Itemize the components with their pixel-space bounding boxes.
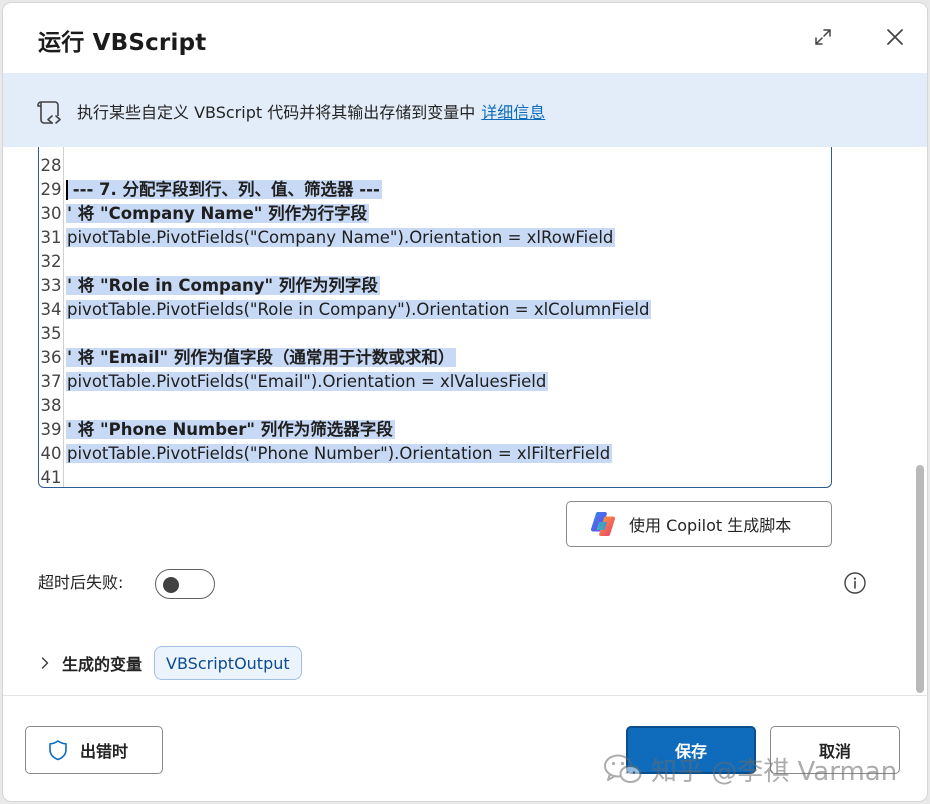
expand-button[interactable] (811, 25, 835, 49)
line-number: 35 (40, 324, 62, 343)
timeout-toggle[interactable] (155, 569, 215, 599)
code-content: ' 将 "Email" 列作为值字段（通常用于计数或求和） (66, 348, 457, 367)
close-button[interactable] (881, 23, 909, 51)
code-text: pivotTable.PivotFields("Phone Number").O… (66, 442, 613, 466)
code-content: ' 将 "Phone Number" 列作为筛选器字段 (66, 420, 395, 439)
copilot-icon (590, 511, 616, 537)
code-line[interactable]: 40 pivotTable.PivotFields("Phone Number")… (39, 442, 831, 466)
scrollbar-thumb[interactable] (916, 465, 924, 693)
code-line[interactable]: 38 (39, 394, 831, 418)
code-text: pivotTable.PivotFields("Company Name").O… (66, 226, 616, 250)
on-error-label: 出错时 (80, 742, 129, 761)
line-number: 30 (40, 204, 62, 223)
banner-text: 执行某些自定义 VBScript 代码并将其输出存储到变量中 详细信息 (77, 99, 545, 123)
line-number: 32 (40, 252, 62, 271)
code-content: --- 7. 分配字段到行、列、值、筛选器 --- (66, 180, 382, 199)
timeout-label: 超时后失败: (38, 573, 124, 592)
cancel-button[interactable]: 取消 (770, 726, 900, 774)
code-line[interactable]: 41 (39, 466, 831, 487)
line-number: 33 (40, 276, 62, 295)
line-number: 31 (40, 228, 62, 247)
info-banner: 执行某些自定义 VBScript 代码并将其输出存储到变量中 详细信息 (3, 73, 927, 147)
code-line[interactable]: 28 (39, 154, 831, 178)
line-number: 28 (40, 156, 62, 175)
code-content: ' 将 "Company Name" 列作为行字段 (66, 204, 370, 223)
line-number: 34 (40, 300, 62, 319)
dialog-title: 运行 VBScript (38, 30, 207, 56)
line-number: 38 (40, 396, 62, 415)
code-line[interactable]: 37 pivotTable.PivotFields("Email").Orient… (39, 370, 831, 394)
on-error-button[interactable]: 出错时 (25, 726, 163, 774)
info-icon[interactable] (843, 571, 867, 595)
code-content: pivotTable.PivotFields("Email").Orientat… (66, 372, 549, 391)
code-content: pivotTable.PivotFields("Company Name").O… (66, 228, 616, 247)
copilot-button-label: 使用 Copilot 生成脚本 (629, 516, 792, 535)
code-line[interactable]: 39 ' 将 "Phone Number" 列作为筛选器字段 (39, 418, 831, 442)
code-text: ' 将 "Email" 列作为值字段（通常用于计数或求和） (66, 346, 457, 370)
expand-icon (815, 29, 831, 45)
code-content: pivotTable.PivotFields("Role in Company"… (66, 300, 652, 319)
code-text: ' 将 "Role in Company" 列作为列字段 (66, 274, 380, 298)
code-line[interactable]: 35 (39, 322, 831, 346)
shield-icon (49, 740, 67, 761)
code-line[interactable]: 34 pivotTable.PivotFields("Role in Compan… (39, 298, 831, 322)
code-text: ' 将 "Phone Number" 列作为筛选器字段 (66, 418, 395, 442)
learn-more-link[interactable]: 详细信息 (481, 103, 545, 122)
footer-divider (3, 695, 927, 696)
line-number: 37 (40, 372, 62, 391)
generated-variables-row: 生成的变量 VBScriptOutput (38, 645, 302, 681)
line-number: 40 (40, 444, 62, 463)
text-caret (66, 180, 68, 200)
code-text: --- 7. 分配字段到行、列、值、筛选器 --- (66, 178, 382, 202)
code-line[interactable]: 36 ' 将 "Email" 列作为值字段（通常用于计数或求和） (39, 346, 831, 370)
line-number: 29 (40, 180, 62, 199)
code-line[interactable]: 30 ' 将 "Company Name" 列作为行字段 (39, 202, 831, 226)
code-text: pivotTable.PivotFields("Email").Orientat… (66, 370, 549, 394)
code-text: pivotTable.PivotFields("Role in Company"… (66, 298, 652, 322)
code-content: ' 将 "Role in Company" 列作为列字段 (66, 276, 380, 295)
line-number: 36 (40, 348, 62, 367)
chevron-right-icon[interactable] (38, 656, 52, 670)
code-line[interactable]: 29 --- 7. 分配字段到行、列、值、筛选器 --- (39, 178, 831, 202)
code-line[interactable]: 33 ' 将 "Role in Company" 列作为列字段 (39, 274, 831, 298)
line-number: 41 (40, 468, 62, 487)
code-content: pivotTable.PivotFields("Phone Number").O… (66, 444, 613, 463)
close-icon (887, 29, 903, 45)
code-editor[interactable]: 28 29 --- 7. 分配字段到行、列、值、筛选器 --- 30 ' 将 "Com… (38, 147, 832, 488)
copilot-generate-button[interactable]: 使用 Copilot 生成脚本 (566, 501, 832, 547)
toggle-knob (163, 576, 179, 593)
code-line[interactable]: 31 pivotTable.PivotFields("Company Name")… (39, 226, 831, 250)
code-line[interactable]: 32 (39, 250, 831, 274)
script-document-icon (37, 101, 61, 124)
dialog-header: 运行 VBScript (3, 3, 927, 73)
save-button[interactable]: 保存 (626, 726, 756, 774)
variable-chip[interactable]: VBScriptOutput (154, 646, 302, 680)
line-number: 39 (40, 420, 62, 439)
run-vbscript-dialog: 运行 VBScript 执行某些自定义 VBScript 代码并将其输出存储到变… (3, 3, 927, 801)
code-text: ' 将 "Company Name" 列作为行字段 (66, 202, 370, 226)
generated-variables-label: 生成的变量 (62, 655, 143, 674)
banner-description: 执行某些自定义 VBScript 代码并将其输出存储到变量中 (77, 103, 476, 122)
